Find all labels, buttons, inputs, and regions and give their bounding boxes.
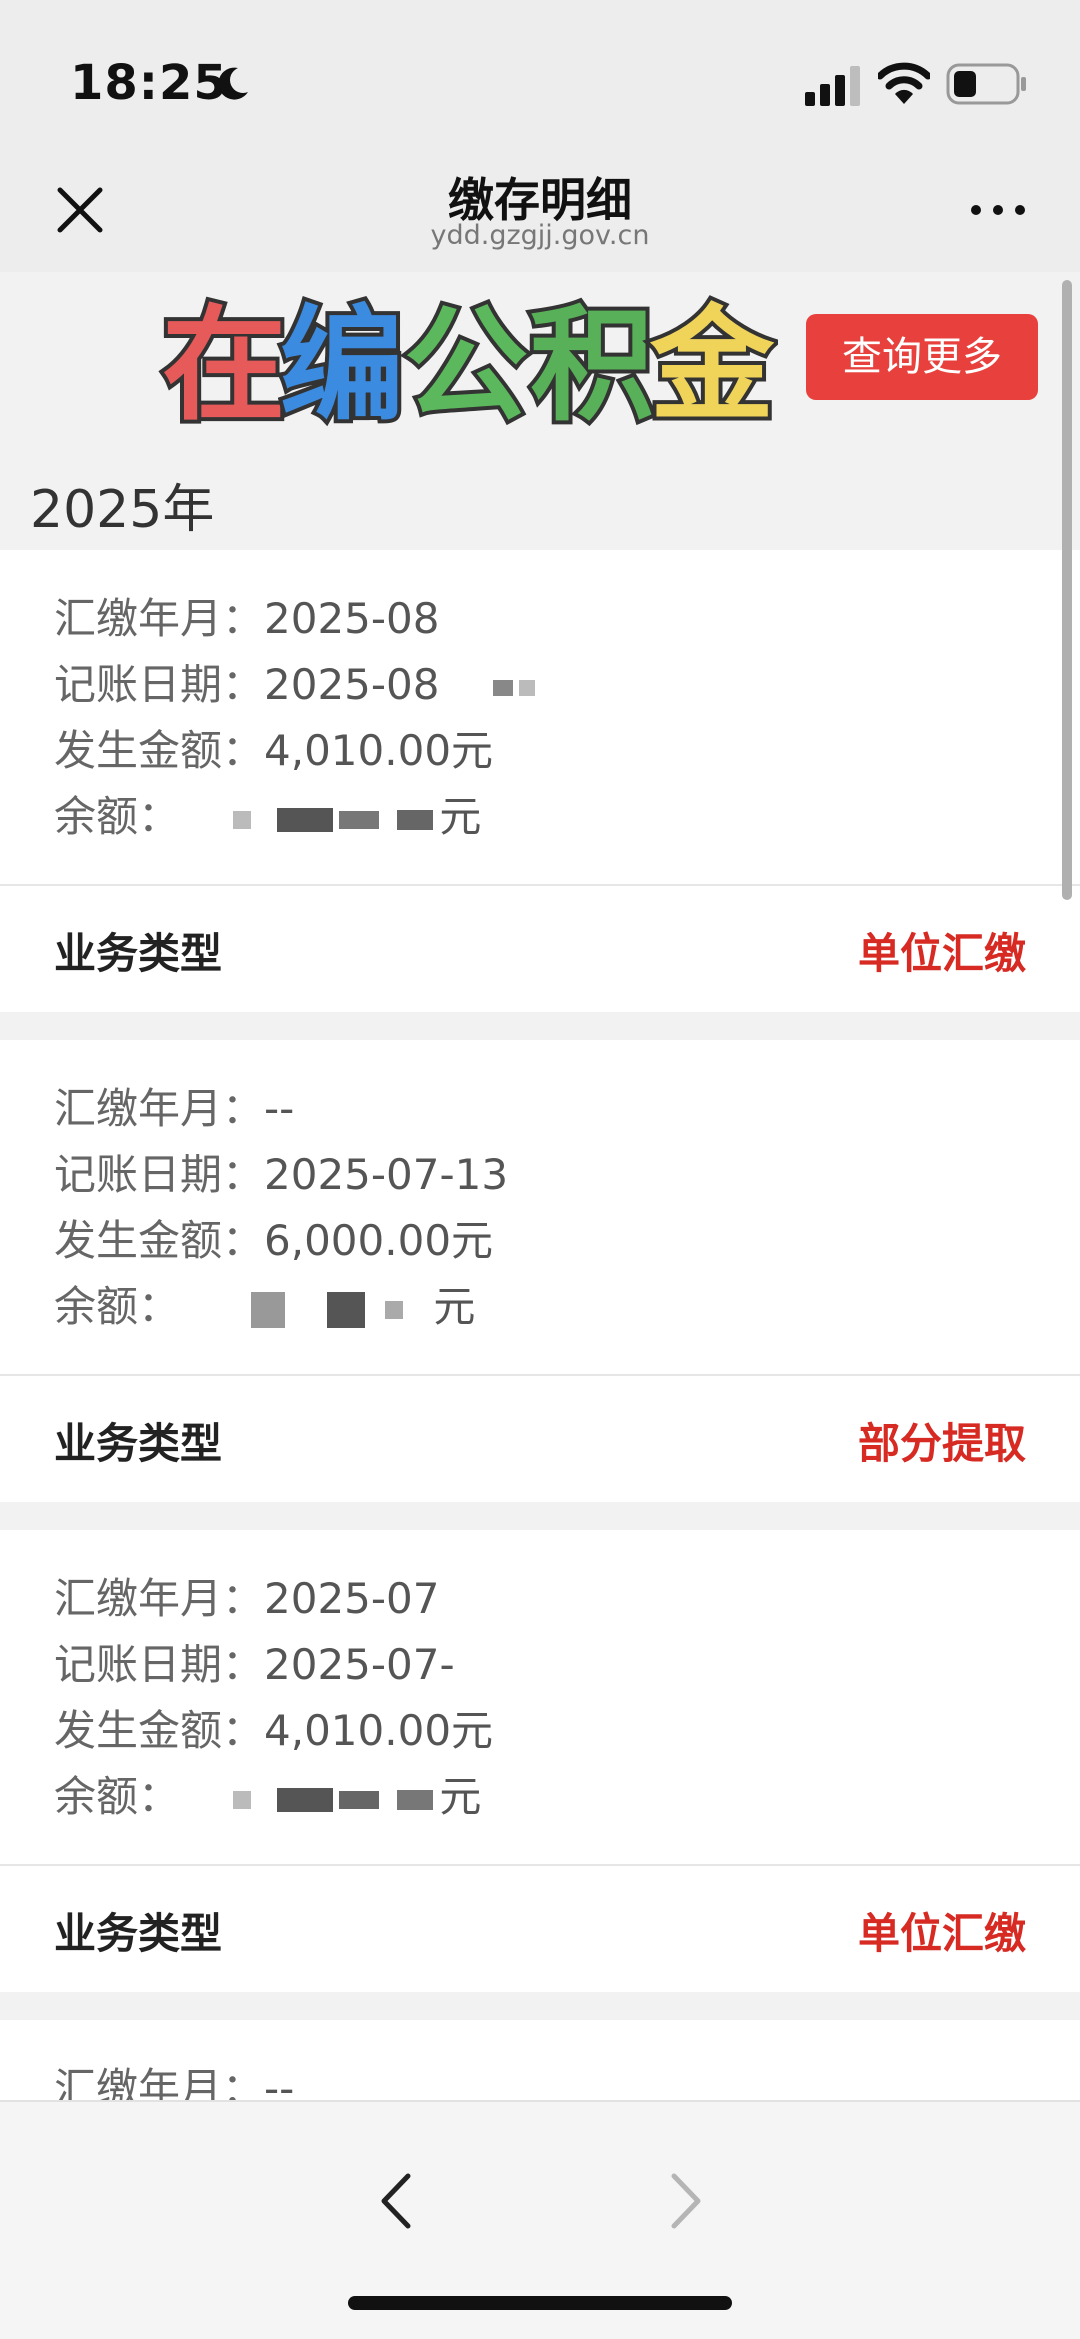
balance-label: 余额： (54, 1772, 181, 1821)
record-post-date: 记账日期：2025-07- (54, 1632, 1080, 1698)
amount-value: 6,000.00元 (264, 1216, 494, 1265)
redacted-block (339, 1790, 380, 1809)
record-card[interactable]: 汇缴年月：-- 记账日期：2025-07-13 发生金额：6,000.00元 余… (0, 1040, 1080, 1502)
svg-text:公: 公 (404, 294, 528, 436)
record-post-date: 记账日期：2025-07-13 (54, 1142, 1080, 1208)
year-heading: 2025年 (30, 480, 215, 540)
nav-bar: 缴存明细 ydd.gzgjj.gov.cn (0, 150, 1080, 272)
record-balance: 余额： 元 (54, 1764, 1080, 1830)
record-amount: 发生金额：6,000.00元 (54, 1208, 1080, 1274)
wifi-icon (878, 62, 930, 104)
pay-month-value: 2025-08 (264, 594, 440, 643)
redacted-block (339, 810, 380, 829)
pay-month-label: 汇缴年月： (54, 2064, 265, 2100)
record-info: 汇缴年月：2025-08 记账日期：2025-08 发生金额：4,010.00元… (0, 550, 1080, 886)
svg-text:编: 编 (280, 294, 404, 436)
record-amount: 发生金额：4,010.00元 (54, 1698, 1080, 1764)
record-pay-month: 汇缴年月：-- (54, 1076, 1080, 1142)
record-business-type: 业务类型 部分提取 (0, 1376, 1080, 1502)
record-post-date: 记账日期：2025-08 (54, 652, 1080, 718)
moon-icon (218, 67, 248, 100)
business-type-value: 单位汇缴 (857, 1909, 1026, 1958)
balance-unit: 元 (439, 792, 482, 841)
record-business-type: 业务类型 单位汇缴 (0, 886, 1080, 1012)
redacted-block (397, 809, 434, 830)
amount-label: 发生金额： (54, 1216, 265, 1265)
post-date-value: 2025-08 (264, 660, 440, 709)
record-card[interactable]: 汇缴年月：2025-08 记账日期：2025-08 发生金额：4,010.00元… (0, 550, 1080, 1012)
business-type-label: 业务类型 (54, 1909, 223, 1958)
banner: 在 编 公 积 金 查询更多 (0, 272, 1080, 462)
redacted-block (251, 1291, 286, 1328)
pay-month-label: 汇缴年月： (54, 594, 265, 643)
record-balance: 余额： 元 (54, 1274, 1080, 1340)
query-more-button[interactable]: 查询更多 (806, 314, 1038, 400)
record-amount: 发生金额：4,010.00元 (54, 718, 1080, 784)
balance-label: 余额： (54, 1282, 181, 1331)
pay-month-value: -- (264, 2064, 295, 2100)
post-date-label: 记账日期： (54, 1150, 265, 1199)
business-type-label: 业务类型 (54, 1419, 223, 1468)
post-date-value: 2025-07-13 (264, 1150, 509, 1199)
svg-text:积: 积 (530, 294, 654, 436)
post-date-value: 2025-07- (264, 1640, 455, 1689)
record-business-type: 业务类型 单位汇缴 (0, 1866, 1080, 1992)
back-icon[interactable] (372, 2170, 420, 2232)
pay-month-value: -- (264, 1084, 295, 1133)
status-bar: 18:25 (0, 0, 1080, 150)
svg-text:在: 在 (162, 294, 286, 436)
home-indicator[interactable] (348, 2296, 732, 2310)
balance-unit: 元 (439, 1772, 482, 1821)
pay-month-label: 汇缴年月： (54, 1084, 265, 1133)
balance-unit: 元 (433, 1282, 476, 1331)
redacted-block (277, 1787, 334, 1812)
record-balance: 余额： 元 (54, 784, 1080, 850)
business-type-value: 部分提取 (857, 1419, 1026, 1468)
battery-icon (946, 63, 1026, 105)
record-info: 汇缴年月：2025-07 记账日期：2025-07- 发生金额：4,010.00… (0, 1530, 1080, 1866)
amount-label: 发生金额： (54, 726, 265, 775)
record-card[interactable]: 汇缴年月：-- (0, 2020, 1080, 2100)
amount-value: 4,010.00元 (264, 726, 494, 775)
redacted-block (327, 1291, 366, 1328)
redacted-block (518, 679, 535, 696)
redacted-block (233, 810, 252, 829)
record-pay-month: 汇缴年月：2025-07 (54, 1566, 1080, 1632)
brand-logo: 在 编 公 积 金 (158, 290, 778, 436)
record-card[interactable]: 汇缴年月：2025-07 记账日期：2025-07- 发生金额：4,010.00… (0, 1530, 1080, 1992)
redacted-block (397, 1789, 434, 1810)
cellular-signal-icon (805, 66, 860, 106)
record-pay-month: 汇缴年月：2025-08 (54, 586, 1080, 652)
business-type-value: 单位汇缴 (857, 929, 1026, 978)
forward-icon[interactable] (662, 2170, 710, 2232)
record-pay-month: 汇缴年月：-- (54, 2056, 1080, 2100)
record-info: 汇缴年月：-- 记账日期：2025-07-13 发生金额：6,000.00元 余… (0, 1040, 1080, 1376)
balance-label: 余额： (54, 792, 181, 841)
redacted-block (385, 1300, 404, 1319)
page-domain: ydd.gzgjj.gov.cn (430, 220, 650, 251)
redacted-block (277, 807, 334, 832)
pay-month-value: 2025-07 (264, 1574, 440, 1623)
amount-label: 发生金额： (54, 1706, 265, 1755)
pay-month-label: 汇缴年月： (54, 1574, 265, 1623)
post-date-label: 记账日期： (54, 1640, 265, 1689)
more-options-icon[interactable] (968, 198, 1028, 222)
record-info: 汇缴年月：-- (0, 2020, 1080, 2100)
status-time: 18:25 (70, 55, 228, 111)
amount-value: 4,010.00元 (264, 1706, 494, 1755)
business-type-label: 业务类型 (54, 929, 223, 978)
redacted-block (492, 679, 513, 696)
post-date-label: 记账日期： (54, 660, 265, 709)
scrollbar[interactable] (1062, 280, 1072, 900)
svg-text:金: 金 (649, 294, 775, 436)
content-scroll-area[interactable]: 在 编 公 积 金 查询更多 2025年 汇缴年月：2025-08 记账日期：2… (0, 272, 1080, 2100)
redacted-block (233, 1790, 252, 1809)
